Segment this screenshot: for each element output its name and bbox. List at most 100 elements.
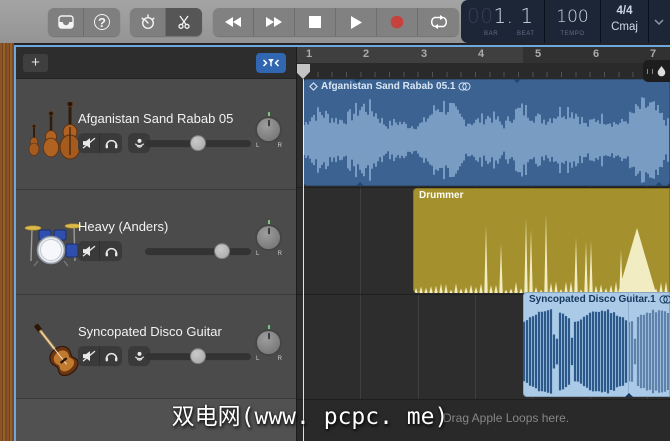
volume-slider-thumb[interactable] — [214, 243, 230, 259]
zoom-slider[interactable] — [643, 60, 670, 82]
follow-tempo-pitch-icon — [659, 295, 670, 304]
audio-waveform — [523, 307, 670, 396]
zoom-tick — [647, 69, 648, 74]
audio-waveform — [303, 94, 670, 186]
solo-button[interactable] — [100, 241, 122, 261]
region-drummer[interactable]: Drummer — [413, 188, 670, 293]
region-name: Afganistan Sand Rabab 05.1 — [321, 81, 455, 92]
zoom-tick — [652, 69, 653, 74]
editors-button[interactable] — [166, 8, 202, 36]
mute-icon — [82, 245, 96, 257]
lcd-display: 001. 1 BAR BEAT 100 TEMPO 4/4 Cmaj — [461, 0, 670, 43]
solo-button[interactable] — [100, 346, 122, 366]
lcd-key-section[interactable]: 4/4 Cmaj — [601, 0, 649, 43]
knob-icon — [140, 14, 156, 30]
track-row-afganistan-sand-rabab[interactable]: Afganistan Sand Rabab 05 — [16, 79, 296, 190]
lcd-tempo-section[interactable]: 100 TEMPO — [545, 0, 601, 43]
loop-junction-marker — [625, 393, 633, 397]
bar-label: BAR — [484, 31, 498, 37]
key-signature: Cmaj — [601, 21, 648, 33]
mute-button[interactable] — [78, 241, 100, 261]
tracks-area[interactable]: 1 2 3 4 5 6 7 Afganistan Sand Rabab 05.1… — [297, 47, 670, 441]
pan-knob[interactable]: L R — [254, 113, 284, 149]
input-monitoring-icon — [133, 350, 146, 362]
transport-controls — [213, 8, 459, 36]
bar-number: 3 — [421, 48, 427, 60]
beat-label: BEAT — [517, 31, 535, 37]
tempo-value: 100 — [545, 7, 600, 27]
bar-number: 6 — [593, 48, 599, 60]
bar-number: 1 — [306, 48, 312, 60]
help-icon: ? — [94, 14, 110, 30]
beat-ruler[interactable]: 1 2 3 4 5 6 7 — [297, 47, 670, 79]
library-icon — [58, 15, 74, 29]
pan-right-label: R — [278, 356, 282, 362]
garageband-window: { "toolbar": { "icons": { "help": "?" },… — [0, 0, 670, 441]
rewind-button[interactable] — [213, 8, 254, 36]
pan-knob[interactable]: L R — [254, 221, 284, 257]
record-button[interactable] — [377, 8, 418, 36]
volume-slider-thumb[interactable] — [190, 135, 206, 151]
pan-right-label: R — [278, 143, 282, 149]
tempo-label: TEMPO — [545, 31, 600, 37]
pan-left-label: L — [256, 143, 259, 149]
volume-slider[interactable] — [145, 140, 251, 147]
toolbar: ? — [0, 0, 670, 43]
zoom-droplet-handle[interactable] — [657, 66, 666, 77]
bar-ghost-digits: 00 — [467, 4, 493, 28]
smart-controls-button[interactable] — [130, 8, 166, 36]
follow-tempo-pitch-icon — [458, 82, 471, 91]
cycle-icon — [429, 15, 449, 29]
mute-button[interactable] — [78, 346, 100, 366]
stop-button[interactable] — [295, 8, 336, 36]
mute-button[interactable] — [78, 133, 100, 153]
forward-button[interactable] — [254, 8, 295, 36]
bar-number: 2 — [363, 48, 369, 60]
wood-trim — [0, 43, 14, 441]
mute-solo-group — [78, 133, 122, 153]
playhead-line — [303, 79, 304, 441]
cycle-button[interactable] — [418, 8, 459, 36]
drum-kit-icon — [21, 209, 85, 275]
pan-knob-dial[interactable] — [255, 329, 282, 356]
pan-left-label: L — [256, 356, 259, 362]
input-monitoring-icon — [133, 137, 146, 149]
scissors-icon — [177, 15, 191, 29]
region-syncopated-disco-guitar[interactable]: Syncopated Disco Guitar.1 — [523, 292, 670, 397]
play-button[interactable] — [336, 8, 377, 36]
mute-solo-group — [78, 346, 122, 366]
lcd-options-button[interactable] — [649, 0, 669, 43]
volume-slider-thumb[interactable] — [190, 348, 206, 364]
volume-slider[interactable] — [145, 353, 251, 360]
time-signature: 4/4 — [601, 5, 648, 17]
rewind-icon — [224, 16, 242, 28]
quick-help-button[interactable]: ? — [84, 8, 120, 36]
pan-knob[interactable]: L R — [254, 326, 284, 362]
loop-junction-marker — [356, 182, 364, 186]
pan-knob-dial[interactable] — [255, 224, 282, 251]
pan-knob-pointer — [268, 333, 270, 339]
pan-knob-dial[interactable] — [255, 116, 282, 143]
drum-waveform — [413, 202, 670, 293]
track-row-heavy-anders[interactable]: Heavy (Anders) L R — [16, 190, 296, 295]
strings-instrument-icon — [21, 101, 85, 167]
loop-junction-marker — [513, 79, 521, 83]
mute-solo-group — [78, 241, 122, 261]
track-header-filter-button[interactable] — [256, 53, 286, 73]
library-button[interactable] — [48, 8, 84, 36]
region-afganistan-sand-rabab[interactable]: Afganistan Sand Rabab 05.1 — [303, 79, 670, 186]
region-name: Syncopated Disco Guitar.1 — [529, 294, 656, 305]
volume-slider[interactable] — [145, 248, 251, 255]
loop-junction-marker — [353, 79, 361, 83]
playhead-position: 001. 1 — [467, 4, 534, 28]
edit-button-group — [130, 8, 202, 36]
drop-hint-text: Drag Apple Loops here. — [443, 411, 569, 425]
electric-guitar-icon — [21, 314, 85, 380]
track-row-syncopated-disco-guitar[interactable]: Syncopated Disco Guitar — [16, 295, 296, 399]
add-track-button[interactable]: + — [22, 53, 49, 73]
stop-icon — [309, 16, 321, 28]
mute-icon — [82, 350, 96, 362]
bar-beat-value: 1. 1 — [493, 4, 533, 28]
solo-button[interactable] — [100, 133, 122, 153]
lcd-position-section[interactable]: 001. 1 BAR BEAT — [461, 0, 545, 43]
